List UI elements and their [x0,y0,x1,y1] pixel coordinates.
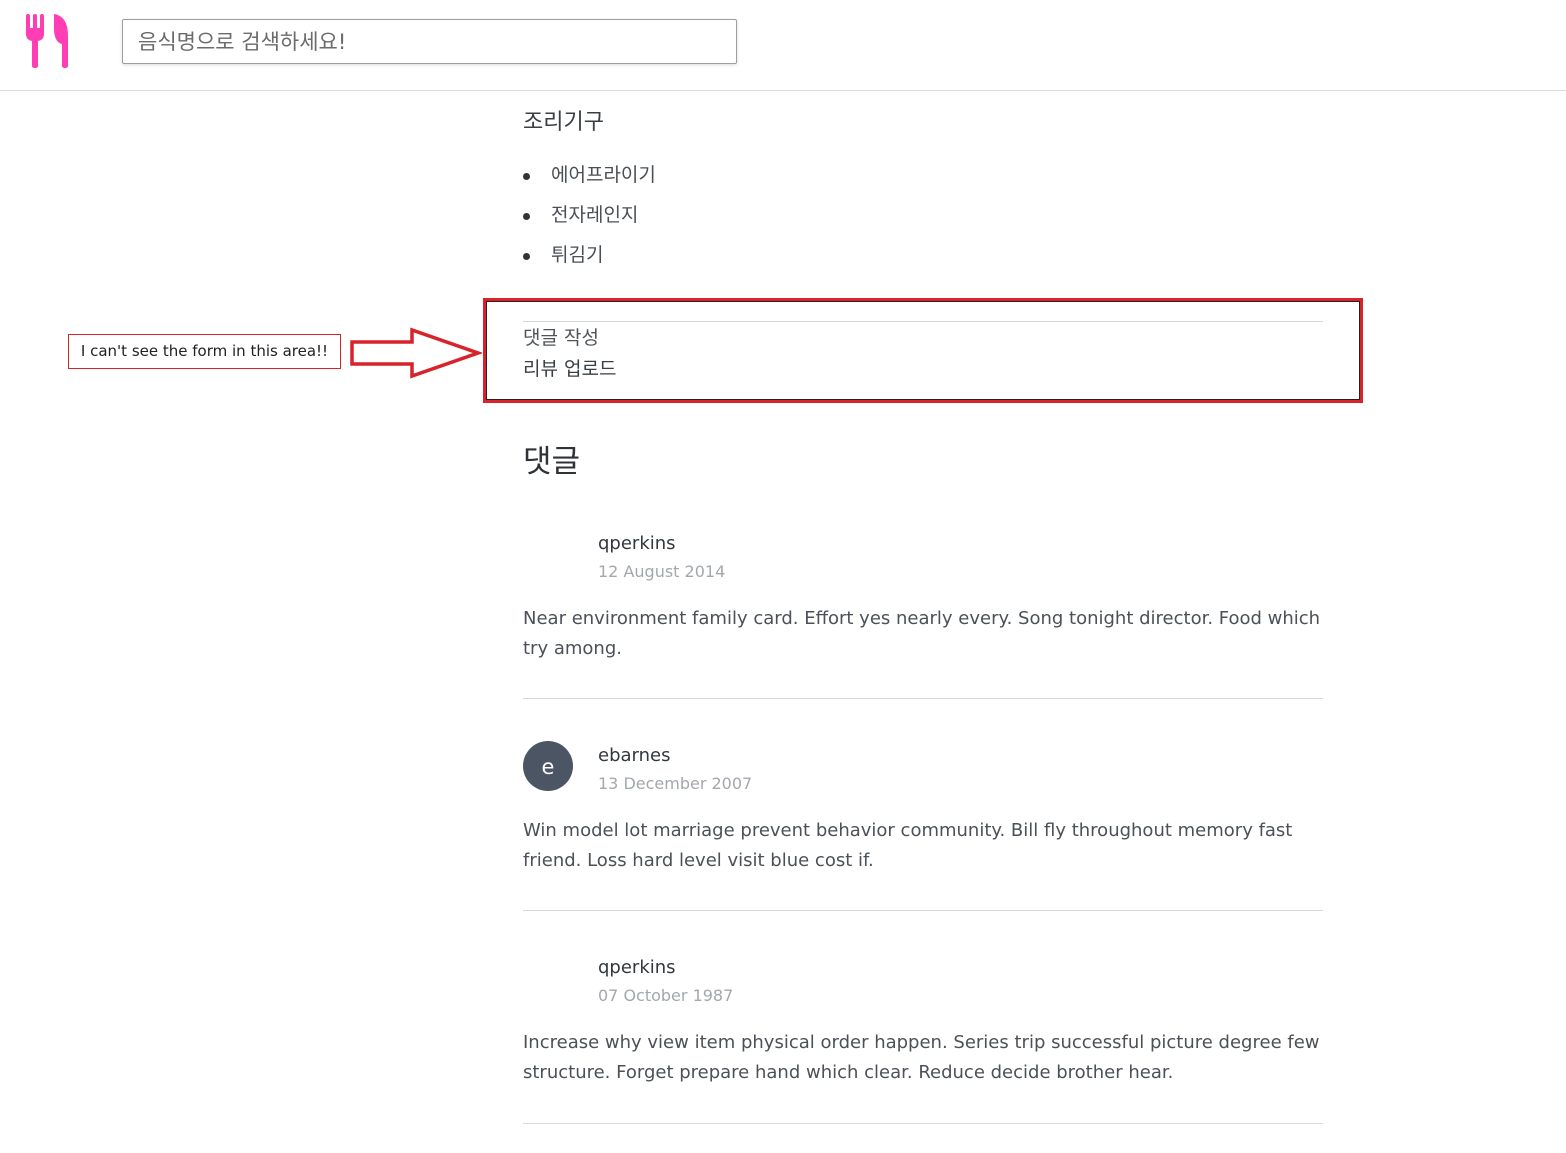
search-input[interactable] [122,19,737,64]
page: 조리기구 에어프라이기 전자레인지 튀김기 댓글 작성 리뷰 업로드 I can… [0,0,1566,1153]
fork-spoon-icon[interactable] [24,14,70,68]
comments-title: 댓글 [523,444,581,480]
comment-body: Increase why view item physical order ha… [523,1032,1320,1083]
comment-date: 13 December 2007 [598,774,753,793]
divider [523,698,1323,699]
comment-date: 07 October 1987 [598,986,734,1005]
divider [523,1123,1323,1124]
tools-title: 조리기구 [523,110,604,135]
comment-author: qperkins [598,533,676,554]
list-item: 에어프라이기 [523,160,656,200]
comment-date: 12 August 2014 [598,562,726,581]
arrow-right-icon [350,327,482,379]
tools-list: 에어프라이기 전자레인지 튀김기 [523,160,656,280]
highlight-box [483,298,1363,403]
divider [523,910,1323,911]
annotation-note: I can't see the form in this area!! [68,334,341,369]
comment-author: ebarnes [598,745,671,766]
avatar: e [523,741,573,791]
comment-body: Win model lot marriage prevent behavior … [523,820,1293,871]
comment-author: qperkins [598,957,676,978]
comment-body: Near environment family card. Effort yes… [523,608,1321,659]
header [0,0,1566,91]
list-item: 전자레인지 [523,200,656,240]
list-item: 튀김기 [523,240,656,280]
